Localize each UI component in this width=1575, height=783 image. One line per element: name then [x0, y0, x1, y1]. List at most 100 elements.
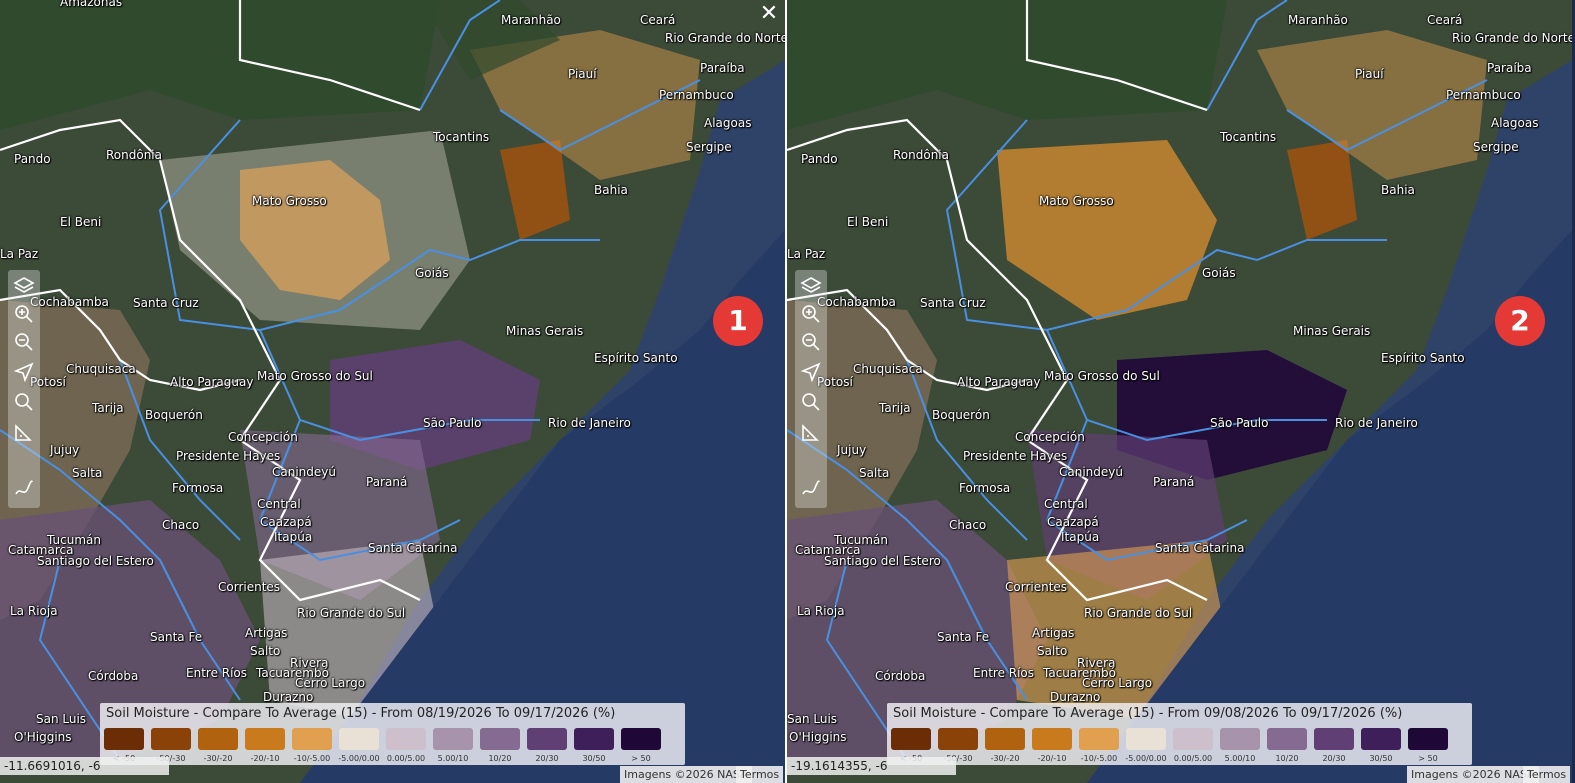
place-label: Mato Grosso — [1039, 194, 1114, 208]
place-label: São Paulo — [423, 416, 482, 430]
place-label: Santa Cruz — [920, 296, 986, 310]
close-icon[interactable]: ✕ — [758, 3, 780, 25]
terms-link[interactable]: Termos — [1523, 766, 1571, 783]
place-label: Mato Grosso do Sul — [1044, 369, 1160, 383]
place-label: Concepción — [1015, 430, 1085, 444]
place-label: Canindeyú — [1059, 465, 1123, 479]
place-label: Santa Fe — [150, 630, 203, 644]
legend-swatch — [151, 728, 191, 750]
legend-swatch-label: 5.00/10 — [1224, 754, 1256, 763]
map-panel-2[interactable]: Maranhão Ceará Rio Grande do Norte Piauí… — [787, 0, 1572, 783]
legend-swatch — [1126, 728, 1166, 750]
legend-title: Soil Moisture - Compare To Average (15) … — [106, 706, 616, 721]
legend-swatch — [339, 728, 379, 750]
place-label: Rio Grande do Norte — [665, 31, 785, 45]
locate-icon[interactable] — [12, 360, 36, 384]
legend-swatch-label: 30/50 — [582, 754, 606, 763]
map-toolbar — [8, 270, 40, 508]
place-label: Presidente Hayes — [176, 449, 281, 463]
zoom-out-icon[interactable] — [799, 330, 823, 354]
search-icon[interactable] — [12, 390, 36, 414]
terms-link[interactable]: Termos — [736, 766, 784, 783]
place-label: Espírito Santo — [594, 351, 678, 365]
legend-swatch-label: -5.00/0.00 — [1125, 754, 1167, 763]
place-label: Ceará — [1427, 13, 1463, 27]
legend-swatch-label: > 50 — [631, 754, 651, 763]
draw-icon[interactable] — [799, 476, 823, 500]
place-label: Pando — [801, 152, 838, 166]
place-label: Santa Fe — [937, 630, 990, 644]
legend-swatch — [1267, 728, 1307, 750]
place-label: Ceará — [640, 13, 676, 27]
place-label: Piauí — [1355, 67, 1384, 81]
place-label: Córdoba — [875, 669, 926, 683]
place-label: San Luis — [787, 712, 838, 726]
map-canvas[interactable] — [787, 0, 1572, 783]
search-icon[interactable] — [799, 390, 823, 414]
legend-title: Soil Moisture - Compare To Average (15) … — [893, 706, 1403, 721]
place-label: La Paz — [787, 247, 826, 261]
legend-swatch — [574, 728, 614, 750]
map-toolbar — [795, 270, 827, 508]
place-label: Itapúa — [274, 530, 313, 544]
place-label: Chaco — [949, 518, 987, 532]
place-label: Santa Catarina — [1155, 541, 1245, 555]
place-label: Salto — [250, 644, 281, 658]
place-label: Bahia — [594, 183, 628, 197]
legend-swatch — [480, 728, 520, 750]
place-label: Espírito Santo — [1381, 351, 1465, 365]
locate-icon[interactable] — [799, 360, 823, 384]
place-label: Canindeyú — [272, 465, 336, 479]
place-label: Córdoba — [88, 669, 139, 683]
legend-swatch — [891, 728, 931, 750]
legend-swatch — [1220, 728, 1260, 750]
place-label: Pando — [14, 152, 51, 166]
legend-swatch — [1032, 728, 1072, 750]
place-label: Rio de Janeiro — [548, 416, 631, 430]
place-label: Boquerón — [145, 408, 203, 422]
layers-icon[interactable] — [799, 274, 823, 298]
place-label: Itapúa — [1061, 530, 1100, 544]
legend-swatch-label: -20/-10 — [250, 754, 280, 763]
legend-swatch-label: -30/-20 — [990, 754, 1020, 763]
place-label: Chaco — [162, 518, 200, 532]
place-label: Entre Ríos — [186, 666, 248, 680]
attribution: Imagens ©2026 NASA — [620, 766, 752, 783]
zoom-in-icon[interactable] — [799, 302, 823, 326]
place-label: Alagoas — [704, 116, 752, 130]
legend: Soil Moisture - Compare To Average (15) … — [100, 703, 685, 765]
place-label: Boquerón — [932, 408, 990, 422]
place-label: Sergipe — [686, 140, 732, 154]
legend-swatch — [1173, 728, 1213, 750]
map-panel-1[interactable]: Amazonas Maranhão Ceará Rio Grande do No… — [0, 0, 785, 783]
place-label: Tocantins — [1220, 130, 1277, 144]
place-label: Mato Grosso — [252, 194, 327, 208]
place-label: Tarija — [879, 401, 911, 415]
place-label: Formosa — [172, 481, 224, 495]
place-label: Alto Paraguay — [170, 375, 254, 389]
place-label: Rio Grande do Norte — [1452, 31, 1572, 45]
place-label: Formosa — [959, 481, 1011, 495]
layers-icon[interactable] — [12, 274, 36, 298]
place-label: São Paulo — [1210, 416, 1269, 430]
place-label: Paraná — [1153, 475, 1195, 489]
draw-icon[interactable] — [12, 476, 36, 500]
legend-swatch — [245, 728, 285, 750]
legend-swatch — [1314, 728, 1354, 750]
zoom-in-icon[interactable] — [12, 302, 36, 326]
place-label: Jujuy — [50, 443, 80, 457]
place-label: Chuquisaca — [66, 362, 136, 376]
measure-icon[interactable] — [12, 420, 36, 444]
map-canvas[interactable] — [0, 0, 785, 783]
place-label: Alagoas — [1491, 116, 1539, 130]
place-label: Salta — [859, 466, 890, 480]
place-label: Chuquisaca — [853, 362, 923, 376]
place-label: Goiás — [1202, 266, 1236, 280]
measure-icon[interactable] — [799, 420, 823, 444]
place-label: Mato Grosso do Sul — [257, 369, 373, 383]
place-label: Paraná — [366, 475, 408, 489]
place-label: Caazapá — [260, 515, 312, 529]
zoom-out-icon[interactable] — [12, 330, 36, 354]
place-label: Cerro Largo — [1082, 676, 1153, 690]
legend-swatch-label: -10/-5.00 — [293, 754, 331, 763]
